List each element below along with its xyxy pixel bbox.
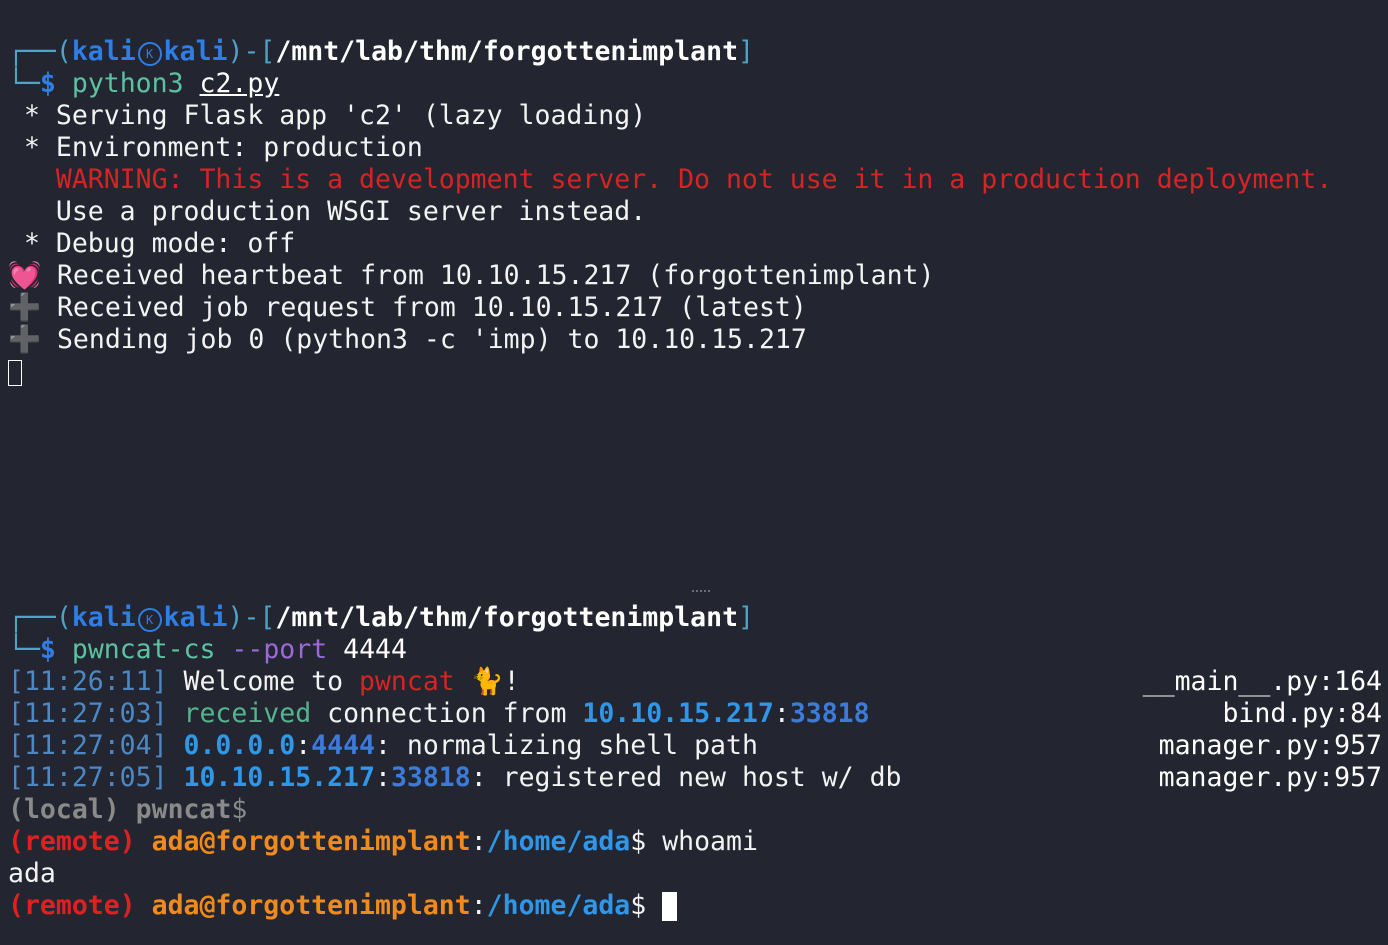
command-name: python3 [71,68,184,99]
prompt-frame-mid: )-[ [227,36,276,67]
local-prompt-line: (local) pwncat$ [8,794,248,825]
sending-job-line: ➕ Sending job 0 (python3 -c 'imp) to 10.… [8,324,1382,356]
log-source: manager.py:957 [1158,762,1382,793]
log-text: : registered new host w/ db [470,762,902,793]
pane-divider[interactable] [692,590,710,592]
remote-tag: (remote) [8,890,136,921]
log-port: 33818 [789,698,870,729]
kali-icon: K [137,42,162,66]
pwncat-name: pwncat [359,666,455,697]
output-line: * Debug mode: off [8,228,296,259]
log-source: manager.py:957 [1158,730,1382,761]
plus-icon: ➕ [8,324,41,355]
warning-line: WARNING: This is a development server. D… [8,164,1333,195]
log-line: [11:27:05] 10.10.15.217:33818: registere… [8,762,1382,794]
log-timestamp: [11:27:03] [8,698,168,729]
remote-user: ada@forgottenimplant [151,826,471,857]
prompt-host: kali [163,36,228,67]
heart-icon: 💓 [8,260,41,291]
log-ip: 10.10.15.217 [183,762,375,793]
log-ip: 0.0.0.0 [183,730,296,761]
command-output: ada [8,858,56,889]
log-colon: : [374,762,391,793]
prompt-arrow: └─ [8,634,40,665]
command-option: --port [231,634,328,665]
local-tag: (local) [8,794,120,825]
bottom-terminal-pane[interactable]: ┌──(kali Kkali)-[/mnt/lab/thm/forgottenim… [8,602,1382,922]
log-line: [11:27:03] received connection from 10.1… [8,698,1382,730]
remote-tag: (remote) [8,826,136,857]
terminal-cursor [662,892,678,921]
sending-job-text: Sending job 0 (python3 -c 'imp) to 10.10… [41,324,807,355]
remote-user: ada@forgottenimplant [151,890,471,921]
log-timestamp: [11:26:11] [8,666,168,697]
job-request-text: Received job request from 10.10.15.217 (… [41,292,807,323]
plus-icon: ➕ [8,292,41,323]
log-received: received [183,698,312,729]
prompt-frame: ┌──( [8,602,72,633]
prompt-line-bottom: ┌──(kali Kkali)-[/mnt/lab/thm/forgottenim… [8,602,1382,634]
log-source: bind.py:84 [1222,698,1382,729]
prompt-frame-mid: )-[ [227,602,276,633]
prompt-dollar: $ [39,634,56,665]
remote-command: whoami [646,826,758,857]
log-colon: : [773,698,790,729]
top-terminal-pane[interactable]: ┌──(kali Kkali)-[/mnt/lab/thm/forgottenim… [8,36,1382,388]
remote-cwd: /home/ada [486,890,631,921]
prompt-user: kali [71,36,136,67]
cat-icon: 🐈! [454,666,520,697]
heartbeat-line: 💓 Received heartbeat from 10.10.15.217 (… [8,260,1382,292]
prompt-line-top: ┌──(kali Kkali)-[/mnt/lab/thm/forgottenim… [8,36,1382,68]
cursor-line [8,356,1382,388]
log-line: [11:26:11] Welcome to pwncat 🐈! __main__.… [8,666,1382,698]
prompt-dollar: $ [39,68,56,99]
prompt-frame: ┌──( [8,36,72,67]
log-port: 33818 [390,762,471,793]
output-line: * Serving Flask app 'c2' (lazy loading) [8,100,647,131]
log-source: __main__.py:164 [1142,666,1382,697]
heartbeat-text: Received heartbeat from 10.10.15.217 (fo… [41,260,935,291]
prompt-cwd: /mnt/lab/thm/forgottenimplant [275,36,739,67]
remote-prompt-line-active[interactable]: (remote) ada@forgottenimplant:/home/ada$ [8,890,1382,922]
command-arg: c2.py [199,68,280,99]
command-name: pwncat-cs [71,634,216,665]
log-text: connection from [311,698,583,729]
job-request-line: ➕ Received job request from 10.10.15.217… [8,292,1382,324]
log-port: 4444 [311,730,375,761]
command-option-value: 4444 [343,634,407,665]
prompt-user: kali [71,602,136,633]
output-line: Use a production WSGI server instead. [8,196,647,227]
prompt-arrow: └─ [8,68,40,99]
pwncat-prompt: pwncat [135,794,232,825]
log-colon: : [295,730,312,761]
prompt-frame-close: ] [738,602,755,633]
log-timestamp: [11:27:04] [8,730,168,761]
kali-icon: K [137,608,162,632]
log-ip: 10.10.15.217 [582,698,774,729]
command-line-bottom: └─$ pwncat-cs --port 4444 [8,634,1382,666]
prompt-cwd: /mnt/lab/thm/forgottenimplant [275,602,739,633]
log-text: Welcome to [167,666,359,697]
terminal-cursor [8,360,22,386]
log-text: : normalizing shell path [375,730,758,761]
prompt-host: kali [163,602,228,633]
remote-cwd: /home/ada [486,826,631,857]
log-timestamp: [11:27:05] [8,762,168,793]
command-line-top: └─$ python3 c2.py [8,68,1382,100]
remote-prompt-line: (remote) ada@forgottenimplant:/home/ada$… [8,826,758,857]
prompt-frame-close: ] [738,36,755,67]
log-line: [11:27:04] 0.0.0.0:4444: normalizing she… [8,730,1382,762]
output-line: * Environment: production [8,132,423,163]
